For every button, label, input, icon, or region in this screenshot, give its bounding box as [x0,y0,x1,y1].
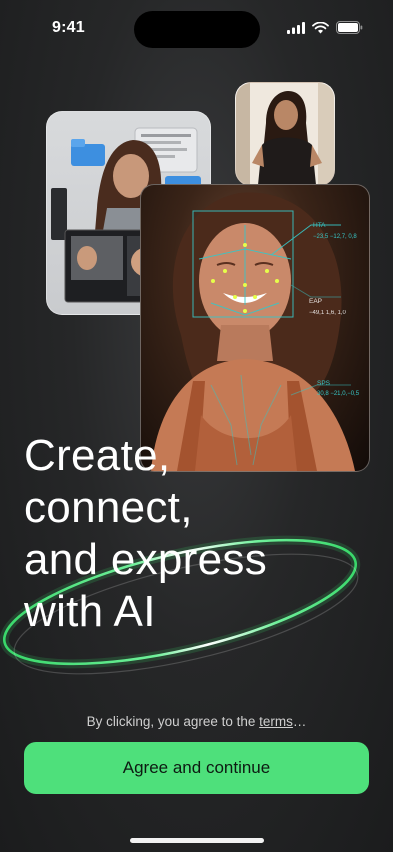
portrait-photo-card [235,82,335,186]
cellular-signal-icon [287,21,305,34]
overlay-label-values: 30,8 −21,0,−0,5 [317,391,360,397]
status-icons [287,21,363,34]
status-time: 9:41 [52,19,85,36]
agree-and-continue-button[interactable]: Agree and continue [24,742,369,794]
terms-link[interactable]: terms [259,714,293,729]
hero-title: Create, connect, and express with AI [24,430,267,638]
status-bar: 9:41 [0,0,393,54]
dynamic-island [134,11,260,48]
hero-title-line: and express [24,535,268,584]
consent-prefix: By clicking, you agree to the [86,714,260,729]
overlay-label-values: −23,5 −12,7, 0,8 [313,234,357,240]
consent-text: By clicking, you agree to the terms… [0,714,393,729]
battery-icon [336,21,363,34]
overlay-label-title: EAP [309,298,322,305]
consent-suffix: … [292,714,307,729]
face-tracking-card: HTA −23,5 −12,7, 0,8 EAP −49,1 1,6, 1,0 … [140,184,370,472]
home-indicator [130,838,264,843]
overlay-label-values: −49,1 1,6, 1,0 [309,310,347,316]
hero-title-line: connect, [24,483,193,532]
overlay-label-title: HTA [313,222,326,229]
wifi-icon [312,21,329,33]
folder-icon [71,139,105,166]
hero-title-line: Create, [24,431,171,480]
hero-title-line: with AI [24,587,156,636]
overlay-label-title: SPS [317,380,331,387]
